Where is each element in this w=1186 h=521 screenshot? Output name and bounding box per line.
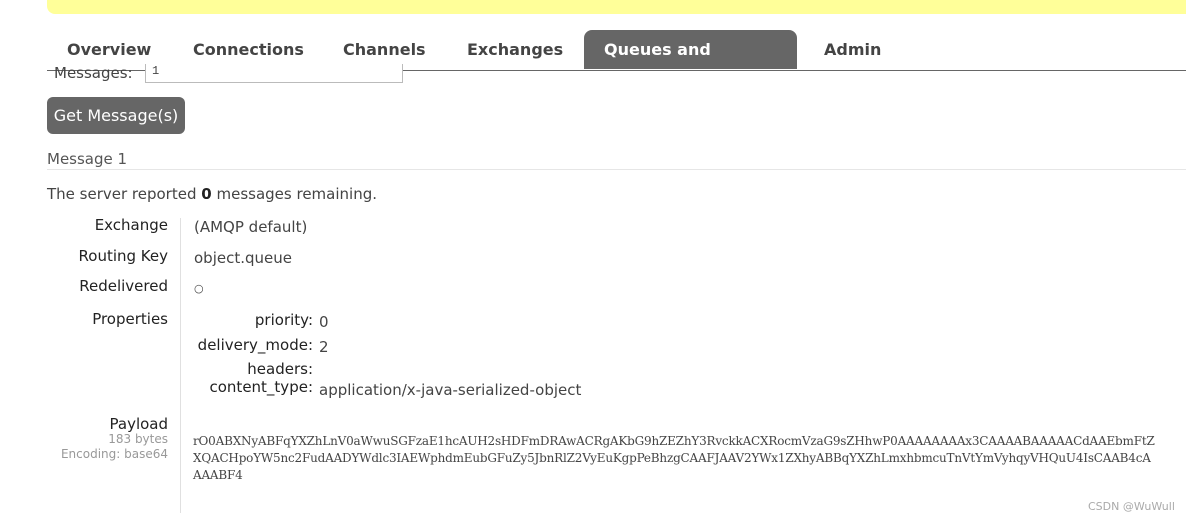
remaining-status: The server reported 0 messages remaining… bbox=[47, 185, 377, 203]
exchange-value: (AMQP default) bbox=[194, 218, 308, 236]
tab-admin[interactable]: Admin bbox=[804, 30, 901, 69]
property-key: headers: bbox=[247, 360, 313, 378]
warning-banner bbox=[47, 0, 1186, 14]
exchange-label: Exchange bbox=[94, 216, 168, 234]
properties-label: Properties bbox=[92, 310, 168, 328]
payload-content: rO0ABXNyABFqYXZhLnV0aWwuSGFzaE1hcAUH2sHD… bbox=[193, 434, 1155, 482]
watermark: CSDN @WuWull bbox=[1088, 500, 1175, 513]
remaining-count: 0 bbox=[201, 185, 212, 203]
routing-key-value: object.queue bbox=[194, 249, 292, 267]
property-value: 2 bbox=[319, 338, 329, 356]
remaining-prefix: The server reported bbox=[47, 185, 197, 203]
property-key: content_type: bbox=[209, 378, 314, 396]
property-value: application/x-java-serialized-object bbox=[319, 381, 582, 399]
messages-count-input[interactable]: 1 bbox=[145, 64, 403, 83]
payload-label: Payload bbox=[109, 415, 169, 433]
tab-queues-and-streams[interactable]: Queues and Streams bbox=[584, 30, 797, 99]
tab-exchanges[interactable]: Exchanges bbox=[447, 30, 583, 69]
payload-encoding: Encoding: base64 bbox=[60, 447, 168, 461]
get-messages-button[interactable]: Get Message(s) bbox=[47, 97, 185, 134]
redelivered-indicator: ○ bbox=[194, 282, 204, 295]
messages-label: Messages: bbox=[54, 64, 133, 82]
redelivered-label: Redelivered bbox=[79, 277, 168, 295]
message-section-title: Message 1 bbox=[47, 150, 1186, 170]
payload-size: 183 bytes bbox=[108, 432, 168, 446]
property-key: priority: bbox=[254, 311, 313, 329]
property-key: delivery_mode: bbox=[197, 336, 313, 354]
property-value: 0 bbox=[319, 313, 329, 331]
routing-key-label: Routing Key bbox=[78, 247, 168, 265]
remaining-suffix: messages remaining. bbox=[216, 185, 377, 203]
field-divider bbox=[180, 218, 181, 513]
